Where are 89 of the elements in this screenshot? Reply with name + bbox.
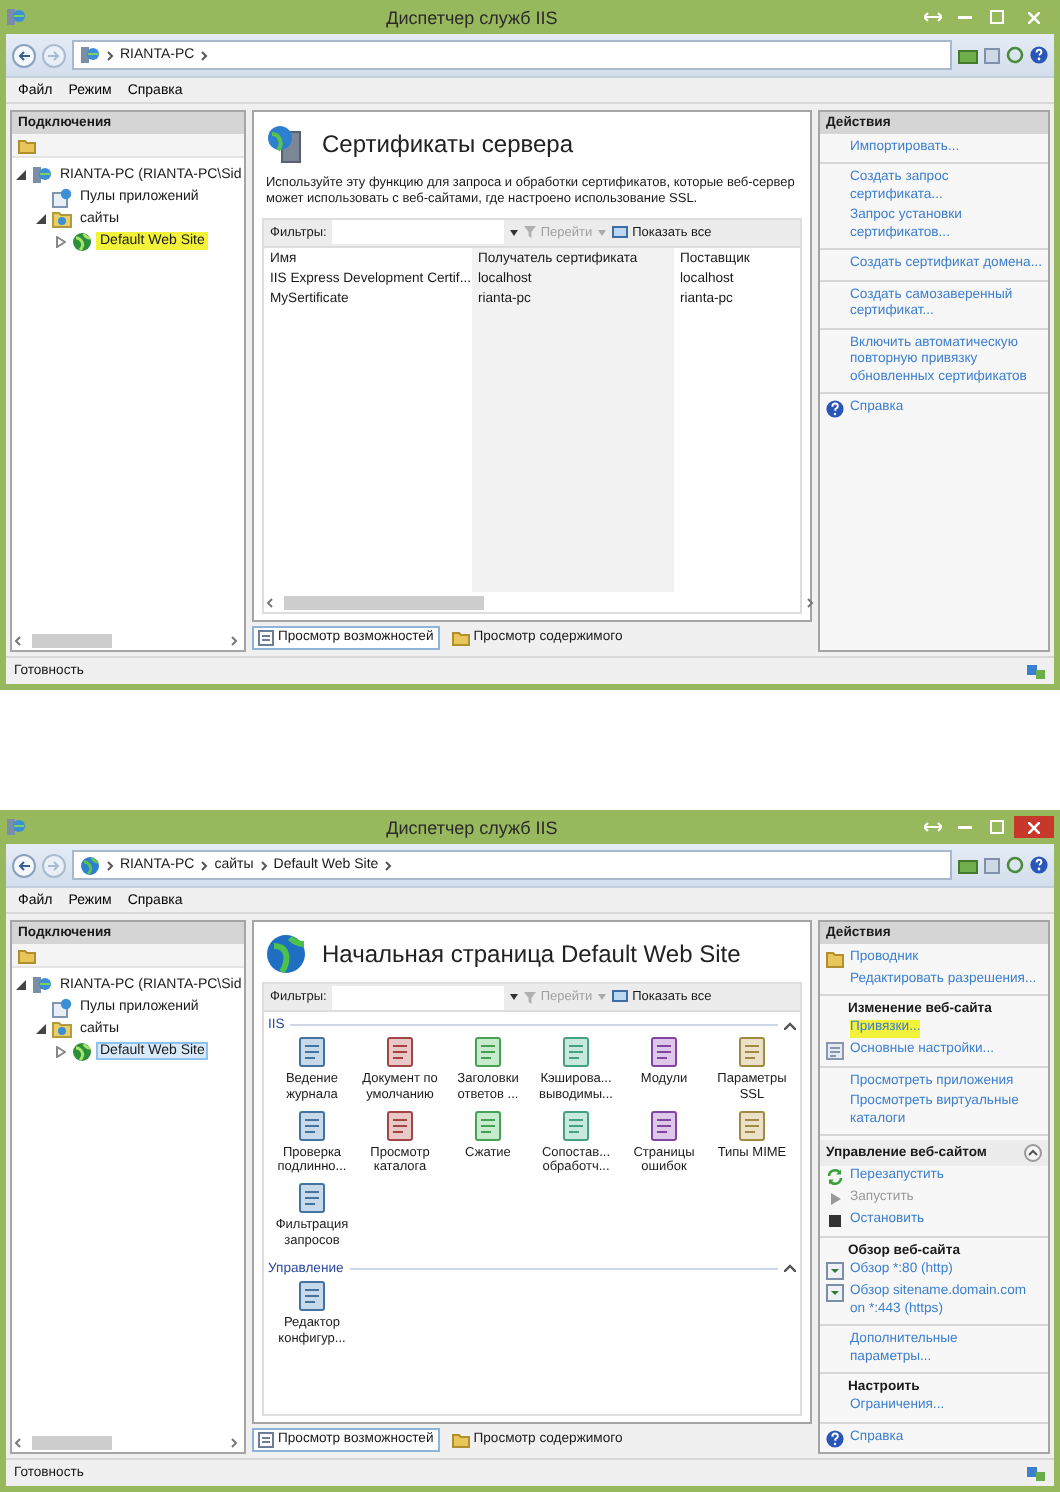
close-icon <box>1028 11 1040 23</box>
feature-icon[interactable] <box>736 1109 768 1142</box>
horizontal-scrollbar[interactable] <box>264 593 816 611</box>
feature-icon[interactable] <box>384 1109 416 1142</box>
feature-icon[interactable] <box>560 1109 592 1142</box>
chevron-right-icon <box>200 859 209 871</box>
expanded-arrow-icon[interactable] <box>36 1023 46 1033</box>
feature-icon[interactable] <box>472 1109 504 1142</box>
page-heading: Сертификаты сервера <box>322 130 574 158</box>
globe-icon <box>80 855 100 875</box>
help-icon[interactable] <box>1030 46 1048 64</box>
app-icon <box>6 8 26 26</box>
filter-input[interactable] <box>332 220 505 245</box>
funnel-icon <box>524 991 537 1003</box>
play-icon <box>826 1190 844 1209</box>
minimize-icon <box>957 825 971 829</box>
chevron-right-icon <box>106 859 114 871</box>
close-icon <box>1028 821 1040 833</box>
globe-icon <box>72 231 92 251</box>
collapse-button-icon[interactable] <box>1024 1144 1042 1163</box>
maximize-icon <box>989 10 1003 24</box>
window-title: Диспетчер служб IIS <box>384 7 560 27</box>
collapse-chevron-icon[interactable] <box>784 1264 796 1273</box>
restart-icon <box>826 1168 844 1187</box>
browser-window-icon <box>826 1284 844 1303</box>
collapse-chevron-icon[interactable] <box>784 1021 796 1029</box>
window-title: Диспетчер служб IIS <box>384 817 560 837</box>
feature-icon[interactable] <box>736 1036 768 1068</box>
filter-input[interactable] <box>332 985 505 1009</box>
monitor-icon <box>612 990 629 1004</box>
forward-arrow-icon <box>48 49 60 61</box>
chevron-right-icon <box>259 859 268 871</box>
chevron-right-icon <box>200 49 209 61</box>
feature-icon[interactable] <box>296 1279 328 1312</box>
back-button[interactable] <box>12 43 36 67</box>
server-globe-icon <box>266 124 306 164</box>
app-icon <box>6 818 26 836</box>
globe-icon <box>266 934 306 974</box>
globe-icon <box>72 1041 92 1061</box>
funnel-icon <box>524 226 537 239</box>
server-icon <box>32 166 52 184</box>
horizontal-scrollbar[interactable] <box>12 1433 240 1451</box>
dropdown-arrow-icon[interactable] <box>510 994 519 1000</box>
list-view-icon <box>258 629 274 645</box>
network-status-icon <box>1026 1465 1046 1481</box>
server-icon <box>80 46 100 64</box>
monitor-icon <box>612 225 629 240</box>
back-button[interactable] <box>12 853 36 877</box>
page-heading: Начальная страница Default Web Site <box>322 940 741 968</box>
feature-icon[interactable] <box>296 1036 328 1068</box>
help-icon <box>826 400 844 419</box>
back-arrow-icon <box>18 859 30 871</box>
app-pool-icon <box>52 187 72 207</box>
feature-icon[interactable] <box>296 1182 328 1215</box>
expanded-arrow-icon[interactable] <box>36 213 46 223</box>
chevron-right-icon <box>106 49 114 61</box>
feature-icon[interactable] <box>648 1036 680 1068</box>
horizontal-scrollbar[interactable] <box>12 631 240 649</box>
help-icon <box>826 1429 844 1448</box>
folder-icon <box>52 210 72 228</box>
help-icon[interactable] <box>1030 856 1048 874</box>
resize-arrows-icon <box>923 822 941 832</box>
stop-icon <box>826 1212 844 1231</box>
feature-icon[interactable] <box>384 1036 416 1068</box>
back-arrow-icon <box>18 49 30 61</box>
feature-icon[interactable] <box>296 1109 328 1142</box>
chevron-right-icon <box>384 859 393 871</box>
folder-icon <box>451 629 470 645</box>
expanded-arrow-icon[interactable] <box>16 169 26 179</box>
minimize-icon <box>957 15 971 19</box>
server-icon <box>32 976 52 994</box>
close-button[interactable] <box>1014 816 1054 838</box>
folder-icon <box>52 1020 72 1038</box>
maximize-icon <box>989 820 1003 834</box>
feature-icon[interactable] <box>648 1109 680 1142</box>
network-status-icon <box>1026 663 1046 679</box>
forward-arrow-icon <box>48 859 60 871</box>
expanded-arrow-icon[interactable] <box>16 979 26 989</box>
browser-window-icon <box>826 1262 844 1281</box>
folder-icon <box>826 950 844 968</box>
folder-icon <box>451 1431 470 1447</box>
app-pool-icon <box>52 997 72 1017</box>
feature-icon[interactable] <box>472 1036 504 1068</box>
dropdown-arrow-icon[interactable] <box>510 229 519 236</box>
collapsed-arrow-icon[interactable] <box>56 235 66 247</box>
resize-arrows-icon <box>923 12 941 22</box>
feature-icon[interactable] <box>560 1036 592 1068</box>
list-view-icon <box>258 1431 274 1447</box>
collapsed-arrow-icon[interactable] <box>56 1045 66 1057</box>
